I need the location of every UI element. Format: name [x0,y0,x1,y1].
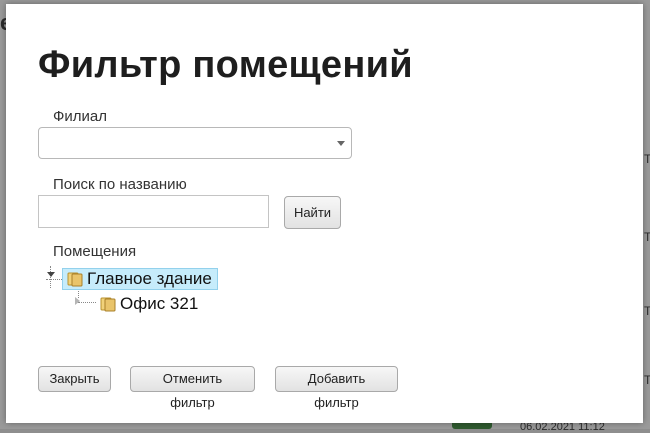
tree-connector [50,266,51,288]
tree-node-main-building[interactable]: Главное здание [62,268,218,290]
cancel-filter-button[interactable]: Отменить фильтр [130,366,255,410]
search-label: Поиск по названию [53,176,187,193]
find-button[interactable]: Найти [284,196,341,229]
close-button[interactable]: Закрыть [38,366,111,392]
folder-icon [100,296,116,312]
expand-toggle-icon [75,297,80,305]
background-text-fragment: Т [644,230,650,244]
tree-connector [46,279,62,280]
room-filter-dialog: Фильтр помещений Филиал Поиск по названи… [6,4,643,423]
add-filter-button[interactable]: Добавить фильтр [275,366,398,410]
branch-select[interactable] [38,127,352,159]
collapse-toggle-icon[interactable] [47,272,55,277]
folder-icon [67,271,83,287]
rooms-label: Помещения [53,243,137,260]
tree-node-office-321[interactable]: Офис 321 [96,293,198,315]
background-text-fragment: Т [644,152,650,166]
background-text-fragment: Т [644,304,650,318]
rooms-tree: Главное здание Офис 321 [42,262,342,322]
branch-label: Филиал [53,108,108,125]
search-input[interactable] [38,195,269,228]
tree-node-label: Офис 321 [120,294,199,313]
background-text-fragment: Т [644,373,650,387]
tree-connector [78,302,96,303]
chevron-down-icon [337,141,345,146]
dialog-title: Фильтр помещений [38,44,413,86]
tree-node-label: Главное здание [87,269,212,288]
